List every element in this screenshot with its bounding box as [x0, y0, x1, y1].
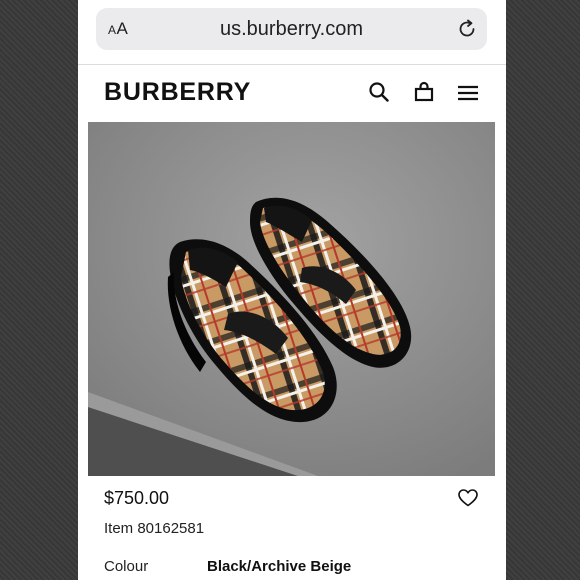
header-divider — [78, 64, 506, 65]
loafers-illustration — [88, 122, 495, 476]
heart-icon[interactable] — [458, 489, 478, 507]
product-price: $750.00 — [104, 488, 170, 508]
phone-screen: AA us.burberry.com BURBERRY $750.00 Item… — [78, 0, 506, 580]
colour-value: Black/Archive Beige — [207, 558, 352, 575]
search-icon[interactable] — [368, 81, 390, 103]
url-text[interactable]: us.burberry.com — [96, 18, 487, 41]
brand-logo[interactable]: BURBERRY — [104, 78, 251, 107]
address-bar[interactable]: AA us.burberry.com — [96, 8, 487, 50]
reload-icon[interactable] — [457, 19, 477, 39]
menu-icon[interactable] — [457, 81, 479, 103]
shopping-bag-icon[interactable] — [413, 81, 435, 103]
product-image[interactable] — [88, 122, 495, 476]
colour-label: Colour — [104, 558, 149, 575]
item-number: Item 80162581 — [104, 520, 205, 537]
